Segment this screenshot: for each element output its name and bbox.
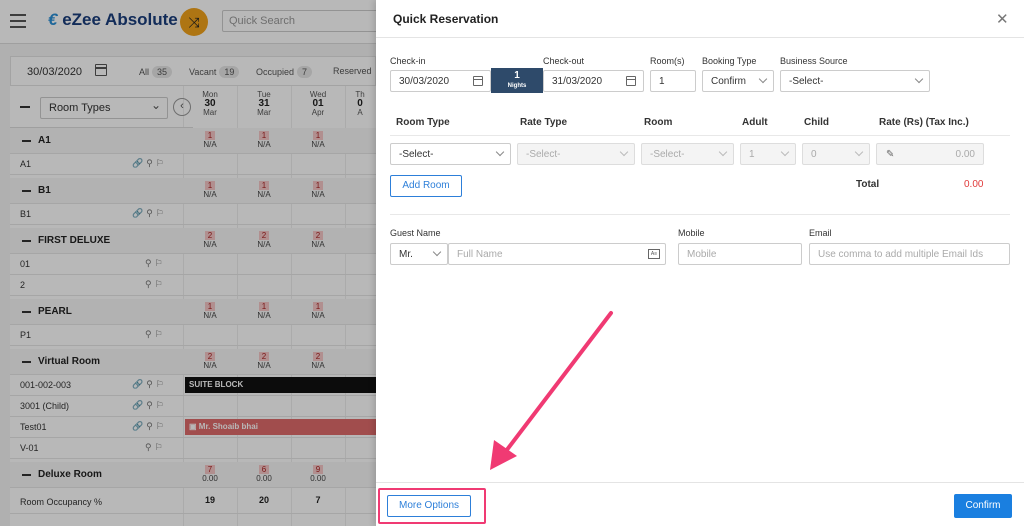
total-label: Total — [856, 179, 880, 190]
chevron-down-icon — [432, 247, 442, 257]
chevron-down-icon — [854, 147, 864, 157]
chevron-down-icon — [619, 147, 629, 157]
room-table-header: Room Type Rate Type Room Adult Child Rat… — [390, 110, 1010, 136]
panel-title: Quick Reservation — [393, 12, 499, 26]
child-select[interactable]: 0 — [802, 143, 870, 165]
col-rate: Rate (Rs) (Tax Inc.) — [879, 117, 969, 128]
more-options-button[interactable]: More Options — [387, 495, 471, 517]
rate-input[interactable]: ✎ 0.00 — [876, 143, 984, 165]
business-source-label: Business Source — [780, 56, 848, 66]
mobile-input[interactable]: Mobile — [678, 243, 802, 265]
nights-indicator: 1 Nights — [491, 68, 543, 93]
checkout-field[interactable]: 31/03/2020 — [543, 70, 644, 92]
calendar-icon[interactable] — [473, 76, 483, 86]
email-input[interactable]: Use comma to add multiple Email Ids — [809, 243, 1010, 265]
chevron-down-icon — [758, 74, 768, 84]
close-icon[interactable]: ✕ — [996, 10, 1009, 28]
id-card-icon[interactable]: A≡ — [648, 249, 660, 259]
col-room: Room — [644, 117, 673, 128]
modal-backdrop[interactable] — [0, 0, 376, 526]
guest-name-label: Guest Name — [390, 228, 441, 238]
room-select[interactable]: -Select- — [641, 143, 734, 165]
add-room-button[interactable]: Add Room — [390, 175, 462, 197]
col-room-type: Room Type — [396, 117, 450, 128]
business-source-select[interactable]: -Select- — [780, 70, 930, 92]
rate-type-select[interactable]: -Select- — [517, 143, 635, 165]
checkin-label: Check-in — [390, 56, 426, 66]
rooms-label: Room(s) — [650, 56, 685, 66]
adult-select[interactable]: 1 — [740, 143, 796, 165]
col-child: Child — [804, 117, 829, 128]
email-label: Email — [809, 228, 832, 238]
salutation-select[interactable]: Mr. — [390, 243, 448, 265]
booking-type-select[interactable]: Confirm — [702, 70, 774, 92]
confirm-button[interactable]: Confirm — [954, 494, 1012, 518]
rooms-input[interactable]: 1 — [650, 70, 696, 92]
chevron-down-icon — [718, 147, 728, 157]
mobile-label: Mobile — [678, 228, 705, 238]
pencil-icon: ✎ — [886, 149, 895, 160]
full-name-input[interactable]: Full Name A≡ — [448, 243, 666, 265]
col-rate-type: Rate Type — [520, 117, 568, 128]
chevron-down-icon — [914, 74, 924, 84]
checkout-label: Check-out — [543, 56, 585, 66]
chevron-down-icon — [495, 147, 505, 157]
total-value: 0.00 — [964, 179, 984, 190]
calendar-icon[interactable] — [626, 76, 636, 86]
room-type-select[interactable]: -Select- — [390, 143, 511, 165]
chevron-down-icon — [780, 147, 790, 157]
booking-type-label: Booking Type — [702, 56, 757, 66]
col-adult: Adult — [742, 117, 768, 128]
checkin-field[interactable]: 30/03/2020 — [390, 70, 491, 92]
quick-reservation-panel: Quick Reservation ✕ Check-in 30/03/2020 … — [376, 0, 1024, 526]
